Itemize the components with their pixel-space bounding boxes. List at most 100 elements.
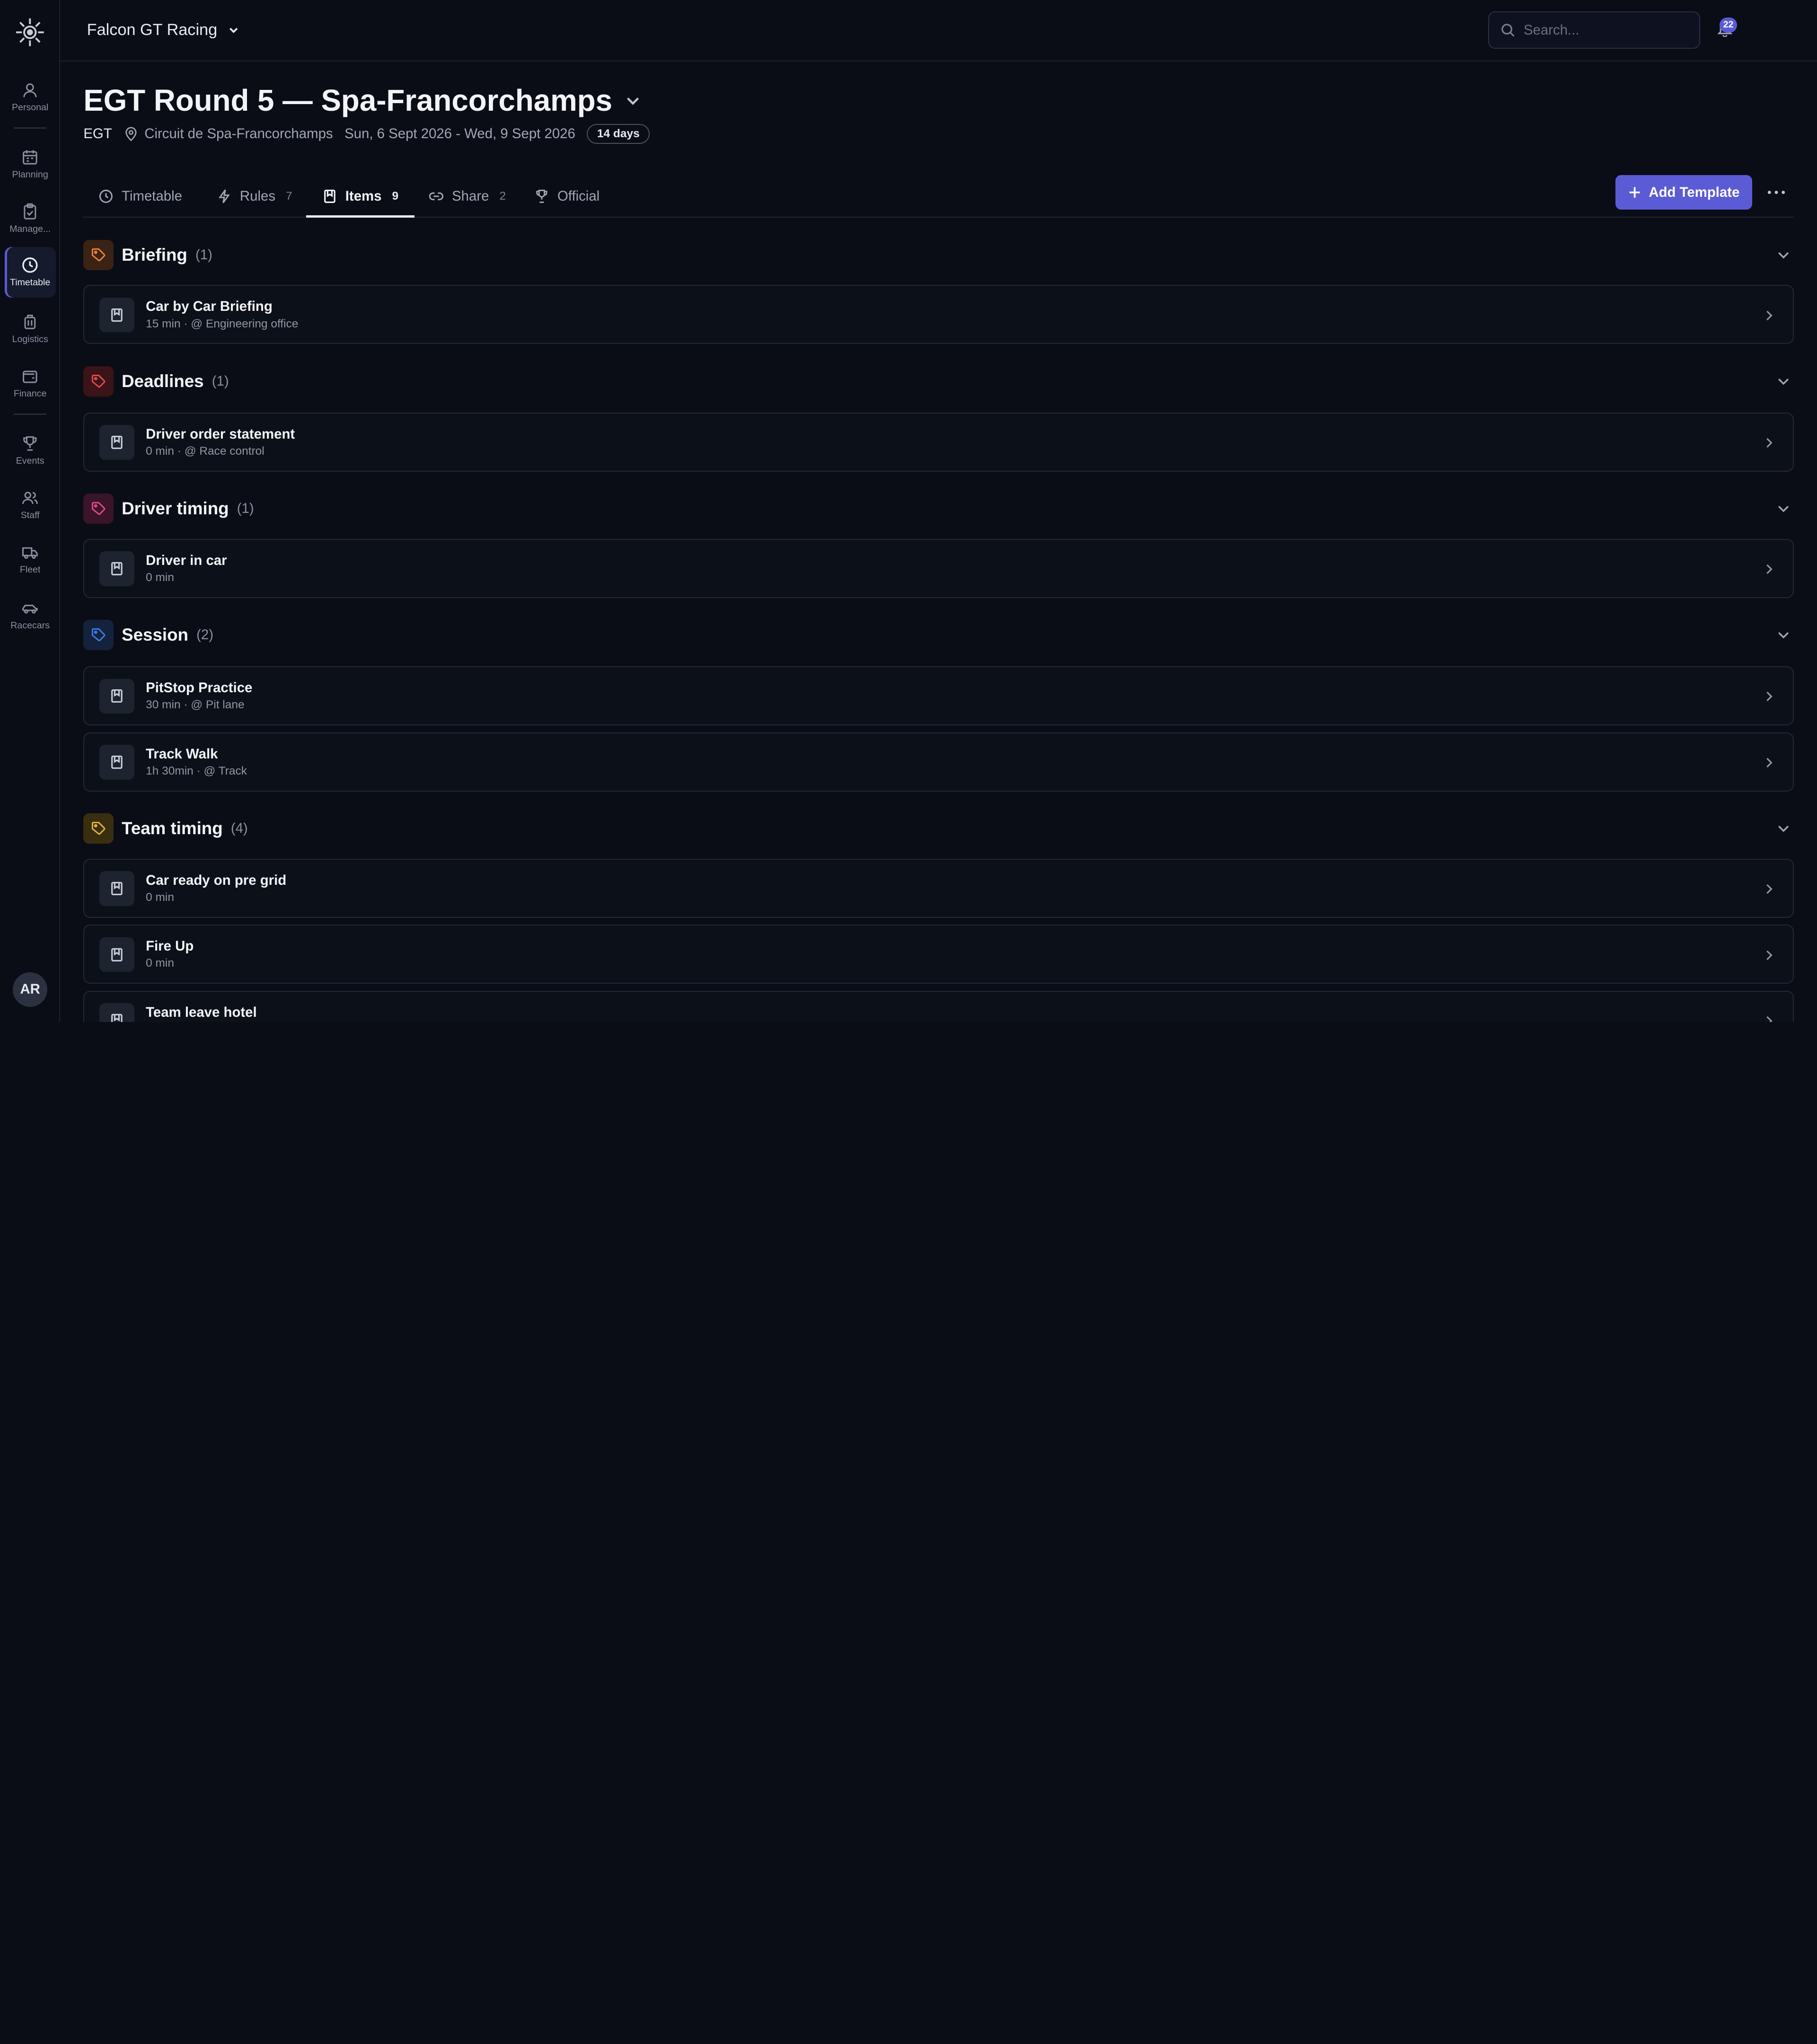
sidebar-item-personal[interactable]: Personal — [5, 72, 56, 123]
chevron-right-icon — [1762, 754, 1777, 769]
list-item[interactable]: Fire Up 0 min — [83, 925, 1794, 984]
sidebar-item-finance[interactable]: Finance — [5, 358, 56, 409]
link-icon — [429, 192, 444, 201]
item-title: Car ready on pre grid — [146, 872, 287, 888]
item-subtitle: 1h 30min · @ Track — [146, 764, 247, 777]
tab-label: Share — [452, 188, 489, 204]
tag-badge — [83, 620, 114, 650]
sidebar-item-manage[interactable]: Manage... — [5, 194, 56, 245]
user-avatar[interactable]: AR — [12, 972, 48, 1007]
org-switcher[interactable]: Falcon GT Racing — [87, 21, 240, 39]
sidebar-item-label: Timetable — [10, 277, 51, 288]
tab-label: Official — [557, 188, 600, 204]
item-title: PitStop Practice — [146, 680, 253, 696]
tag-icon — [92, 822, 106, 835]
sidebar-item-label: Staff — [20, 510, 40, 521]
trophy-icon — [23, 436, 37, 451]
item-template-icon — [99, 425, 134, 460]
search-icon — [1501, 24, 1515, 37]
sidebar-item-label: Events — [16, 456, 44, 467]
add-template-button[interactable]: Add Template — [1615, 175, 1752, 210]
sidebar-item-label: Personal — [12, 102, 49, 113]
clipboard-icon — [24, 203, 36, 220]
sidebar-item-planning[interactable]: Planning — [5, 139, 56, 190]
group-count: (1) — [237, 501, 254, 517]
ellipsis-icon — [1768, 191, 1785, 194]
chevron-right-icon — [1762, 688, 1777, 703]
event-meta: EGT Circuit de Spa-Francorchamps Sun, 6 … — [83, 124, 650, 144]
list-item[interactable]: Team leave hotel — [83, 990, 1794, 1022]
tag-badge — [83, 813, 114, 844]
chevron-down-icon[interactable] — [1775, 501, 1791, 517]
tab-count: 9 — [392, 190, 399, 203]
item-template-icon — [99, 745, 134, 780]
list-item[interactable]: PitStop Practice 30 min · @ Pit lane — [83, 666, 1794, 726]
list-item[interactable]: Driver order statement 0 min · @ Race co… — [83, 412, 1794, 472]
group-header-team-timing[interactable]: Team timing (4) — [83, 813, 1794, 844]
tab-label: Items — [345, 188, 382, 204]
sidebar-item-fleet[interactable]: Fleet — [5, 534, 56, 585]
group-header-session[interactable]: Session (2) — [83, 620, 1794, 650]
event-title-dropdown[interactable]: EGT Round 5 — Spa-Francorchamps — [83, 83, 642, 118]
group-header-deadlines[interactable]: Deadlines (1) — [83, 366, 1794, 396]
group-header-driver-timing[interactable]: Driver timing (1) — [83, 493, 1794, 524]
item-subtitle: 0 min · @ Race control — [146, 444, 265, 458]
trophy-icon — [536, 190, 547, 203]
car-icon — [22, 604, 38, 614]
chevron-right-icon — [1762, 434, 1777, 449]
chevron-down-icon[interactable] — [1775, 247, 1791, 263]
sidebar-item-label: Planning — [12, 169, 48, 180]
group-count: (1) — [212, 373, 229, 389]
sidebar-item-label: Manage... — [9, 224, 51, 235]
group-count: (1) — [195, 247, 212, 263]
sidebar-item-events[interactable]: Events — [5, 425, 56, 476]
bookmark-doc-icon — [324, 189, 335, 203]
chevron-down-icon — [627, 97, 639, 106]
gear-logo-icon[interactable] — [14, 16, 46, 49]
chevron-down-icon[interactable] — [1775, 627, 1791, 643]
tag-badge — [83, 493, 114, 524]
sidebar-item-logistics[interactable]: Logistics — [5, 304, 56, 355]
sidebar-item-timetable[interactable]: Timetable — [4, 247, 56, 298]
list-item[interactable]: Driver in car 0 min — [83, 538, 1794, 598]
item-subtitle: 0 min — [146, 571, 174, 584]
chevron-down-icon — [229, 27, 238, 33]
list-item[interactable]: Car by Car Briefing 15 min · @ Engineeri… — [83, 285, 1794, 344]
tab-timetable[interactable]: Timetable — [98, 176, 182, 217]
tab-rules[interactable]: Rules 7 — [217, 176, 292, 217]
tab-official[interactable]: Official — [534, 176, 600, 217]
sidebar-item-label: Racecars — [10, 620, 50, 631]
map-pin-icon — [125, 127, 137, 141]
item-template-icon — [99, 1003, 134, 1022]
list-item[interactable]: Track Walk 1h 30min · @ Track — [83, 732, 1794, 792]
item-title: Car by Car Briefing — [146, 299, 273, 315]
group-header-briefing[interactable]: Briefing (1) — [83, 239, 1794, 270]
location: Circuit de Spa-Francorchamps — [123, 126, 333, 142]
location-label: Circuit de Spa-Francorchamps — [144, 125, 333, 141]
sidebar-item-staff[interactable]: Staff — [5, 480, 56, 531]
tab-items[interactable]: Items 9 — [306, 176, 415, 218]
item-subtitle: 0 min — [146, 890, 174, 904]
chevron-right-icon — [1762, 881, 1777, 896]
list-item[interactable]: Car ready on pre grid 0 min — [83, 858, 1794, 918]
sidebar-item-racecars[interactable]: Racecars — [5, 590, 56, 641]
item-subtitle: 15 min · @ Engineering office — [146, 317, 299, 330]
wallet-icon — [23, 370, 37, 383]
lightning-icon — [218, 189, 230, 203]
tab-share[interactable]: Share 2 — [429, 176, 506, 217]
search-input[interactable] — [1523, 22, 1686, 38]
item-subtitle: 0 min — [146, 957, 174, 970]
tag-badge — [83, 239, 114, 270]
search-box[interactable] — [1488, 11, 1700, 49]
chevron-down-icon[interactable] — [1775, 820, 1791, 837]
luggage-icon — [24, 315, 36, 329]
calendar-icon — [23, 150, 37, 165]
more-options-button[interactable] — [1766, 183, 1787, 202]
chevron-down-icon[interactable] — [1775, 373, 1791, 389]
group-name: Session — [122, 625, 188, 645]
page-title: EGT Round 5 — Spa-Francorchamps — [83, 84, 612, 118]
tag-icon — [92, 374, 106, 388]
chevron-right-icon — [1762, 561, 1777, 576]
item-template-icon — [99, 871, 134, 906]
user-icon — [23, 83, 37, 97]
